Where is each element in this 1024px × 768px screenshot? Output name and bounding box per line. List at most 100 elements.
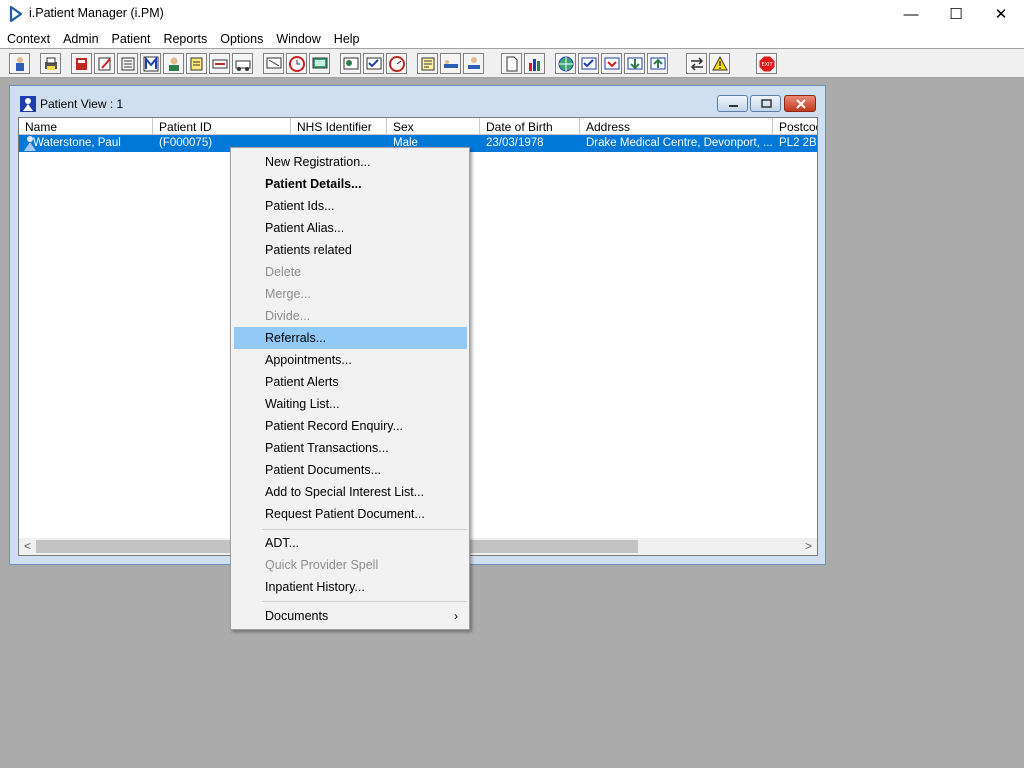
toolbar-list-up-button[interactable] [647,53,668,74]
menu-patient[interactable]: Patient [106,30,158,46]
toolbar-transfer-button[interactable] [209,53,230,74]
context-menu: New Registration... Patient Details... P… [230,147,470,630]
column-header-postcode[interactable]: Postcod [773,118,817,135]
toolbar-exit-button[interactable]: EXIT [756,53,777,74]
child-minimize-button[interactable] [717,95,748,112]
menu-separator [262,529,467,530]
menu-item-documents[interactable]: Documents › [234,605,467,627]
menu-item-appointments[interactable]: Appointments... [234,349,467,371]
exit-label: EXIT [761,62,773,68]
toolbar-edit-form-button[interactable] [94,53,115,74]
warning-icon [712,56,728,71]
patient-search-icon [16,57,24,71]
child-restore-button[interactable] [750,95,781,112]
menu-item-patient-transactions[interactable]: Patient Transactions... [234,437,467,459]
toolbar-list-down-button[interactable] [624,53,645,74]
menu-context[interactable]: Context [1,30,57,46]
menu-window[interactable]: Window [270,30,327,46]
toolbar-list-arrow-button[interactable] [601,53,622,74]
patient-view-titlebar[interactable]: Patient View : 1 [10,86,825,117]
title-bar: i.Patient Manager (i.PM) — ☐ ✕ [0,0,1024,28]
toolbar-blank-page-button[interactable] [501,53,522,74]
patient-row-icon [24,136,36,151]
toolbar: EXIT [0,48,1024,78]
cell-postcode: PL2 2B [779,137,817,149]
menu-item-patient-details[interactable]: Patient Details... [234,173,467,195]
form-check-icon [366,57,382,70]
toolbar-note-button[interactable] [417,53,438,74]
column-header-patient-id[interactable]: Patient ID [153,118,291,135]
swap-icon [690,57,704,71]
chevron-right-icon: > [804,539,812,553]
toolbar-print-button[interactable] [40,53,61,74]
person-icon [169,57,179,71]
menu-reports[interactable]: Reports [157,30,214,46]
menu-item-patients-related[interactable]: Patients related [234,239,467,261]
column-header-address[interactable]: Address [580,118,773,135]
minimize-button[interactable]: — [888,0,934,28]
close-icon: ✕ [994,6,1008,23]
toolbar-swap-button[interactable] [686,53,707,74]
toolbar-list-check-button[interactable] [578,53,599,74]
menu-item-adt[interactable]: ADT... [234,532,467,554]
toolbar-globe-button[interactable] [555,53,576,74]
patient-view-title: Patient View : 1 [40,97,124,111]
patient-list-header: Name Patient ID NHS Identifier Sex Date … [19,118,817,135]
scroll-right-button[interactable]: > [800,538,817,555]
toolbar-person-button[interactable] [163,53,184,74]
list-down-icon [627,57,643,70]
close-button[interactable]: ✕ [978,0,1024,28]
menu-bar: Context Admin Patient Reports Options Wi… [0,28,1024,48]
dial-icon [389,56,405,72]
menu-admin[interactable]: Admin [57,30,105,46]
menu-item-patient-alerts[interactable]: Patient Alerts [234,371,467,393]
toolbar-clock-button[interactable] [286,53,307,74]
toolbar-book-button[interactable] [71,53,92,74]
menu-item-patient-record-enquiry[interactable]: Patient Record Enquiry... [234,415,467,437]
toolbar-bar-chart-button[interactable] [524,53,545,74]
menu-item-patient-alias[interactable]: Patient Alias... [234,217,467,239]
toolbar-chart-board-button[interactable] [340,53,361,74]
maximize-button[interactable]: ☐ [933,0,979,28]
toolbar-bed-button[interactable] [440,53,461,74]
toolbar-patient-search-button[interactable] [9,53,30,74]
transfer-icon [212,59,228,69]
scroll-left-button[interactable]: < [19,538,36,555]
child-close-button[interactable] [784,95,816,112]
toolbar-warning-button[interactable] [709,53,730,74]
minimize-icon [729,105,738,107]
menu-item-waiting-list[interactable]: Waiting List... [234,393,467,415]
column-header-sex[interactable]: Sex [387,118,480,135]
menu-options[interactable]: Options [214,30,270,46]
menu-item-patient-documents[interactable]: Patient Documents... [234,459,467,481]
toolbar-monitor-button[interactable] [263,53,284,74]
menu-item-referrals[interactable]: Referrals... [234,327,467,349]
clock-icon [289,56,305,72]
toolbar-ward-button[interactable] [463,53,484,74]
menu-item-inpatient-history[interactable]: Inpatient History... [234,576,467,598]
monitor-icon [266,57,282,69]
toolbar-document-list-button[interactable] [117,53,138,74]
menu-help[interactable]: Help [328,30,367,46]
cell-address: Drake Medical Centre, Devonport, ... [586,137,773,149]
column-header-nhs-identifier[interactable]: NHS Identifier [291,118,387,135]
note-icon [421,57,435,71]
column-header-name[interactable]: Name [19,118,153,135]
list-check-icon [581,57,597,70]
menu-item-add-special-interest-list[interactable]: Add to Special Interest List... [234,481,467,503]
toolbar-ambulance-button[interactable] [232,53,253,74]
notepad-icon [190,57,203,71]
minimize-icon: — [903,5,919,23]
menu-item-request-patient-document[interactable]: Request Patient Document... [234,503,467,525]
toolbar-screen-button[interactable] [309,53,330,74]
menu-item-merge: Merge... [265,287,311,301]
toolbar-form-check-button[interactable] [363,53,384,74]
toolbar-dial-button[interactable] [386,53,407,74]
menu-item-patient-ids[interactable]: Patient Ids... [234,195,467,217]
toolbar-notepad-button[interactable] [186,53,207,74]
menu-item-delete: Delete [265,265,302,279]
toolbar-m-button[interactable] [140,53,161,74]
chart-board-icon [343,57,359,70]
column-header-date-of-birth[interactable]: Date of Birth [480,118,580,135]
menu-item-new-registration[interactable]: New Registration... [234,151,467,173]
